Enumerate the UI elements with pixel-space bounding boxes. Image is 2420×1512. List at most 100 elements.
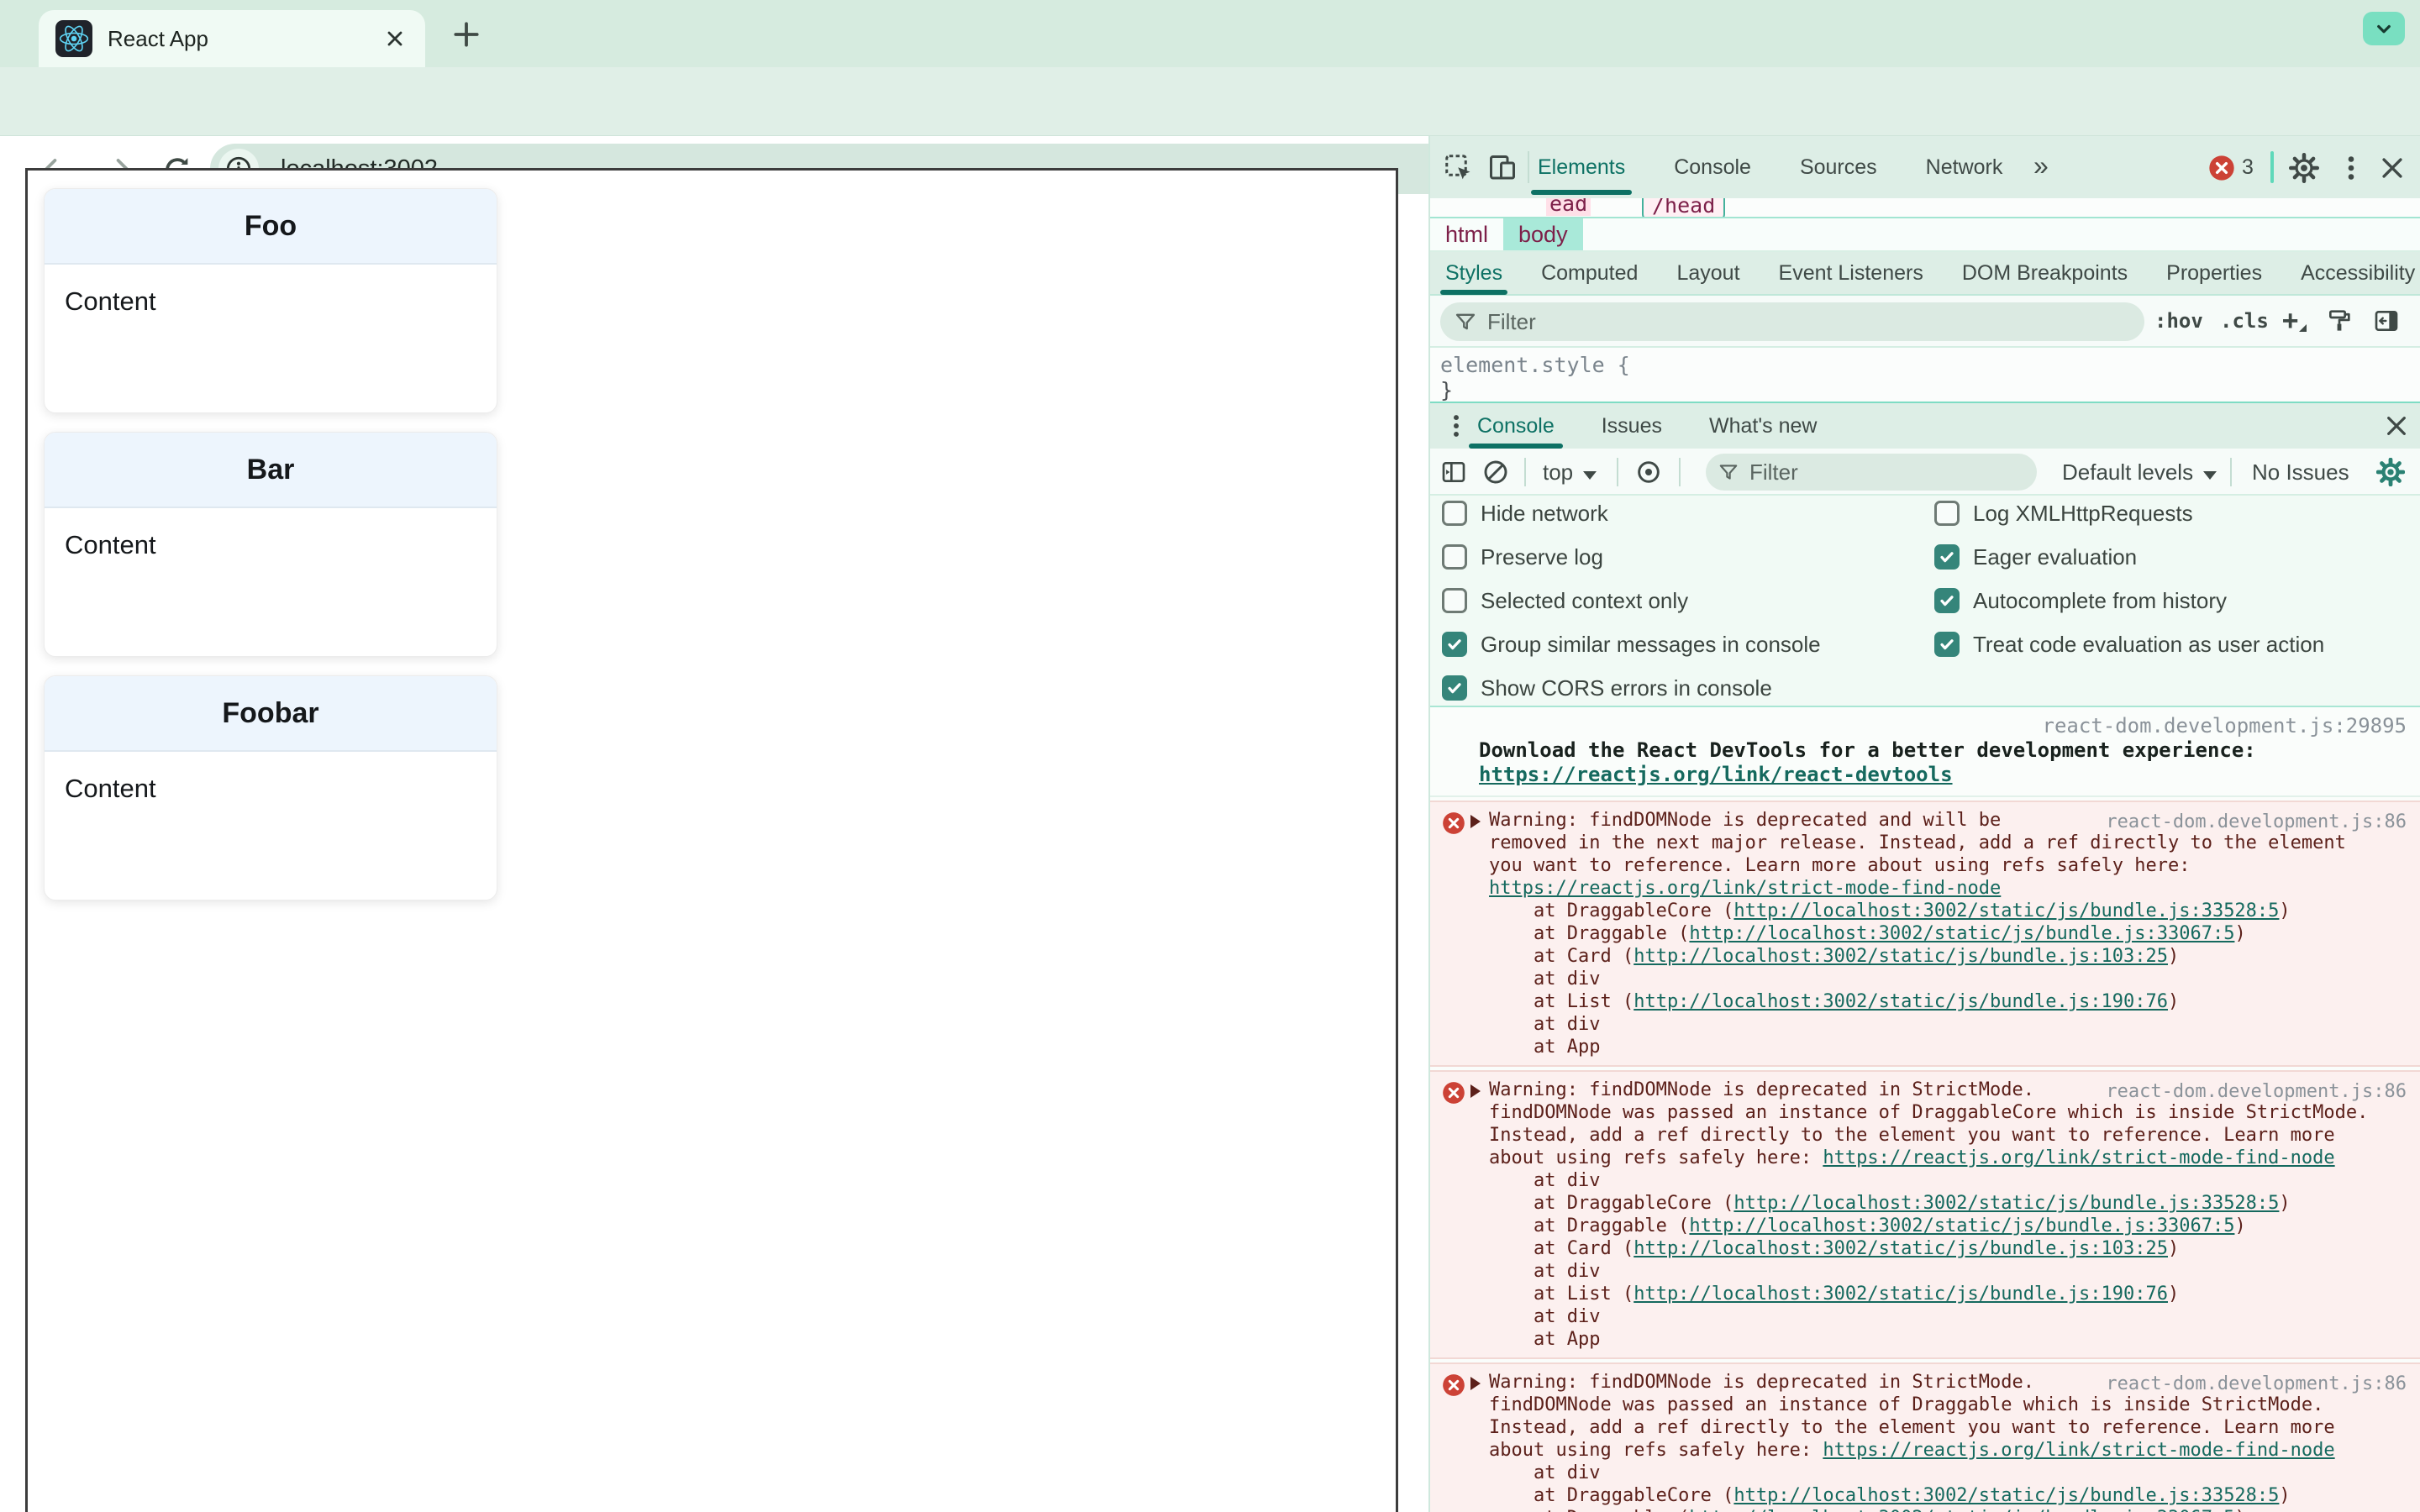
styles-tab-event-listeners[interactable]: Event Listeners	[1779, 251, 1923, 295]
console-filter-input[interactable]: Filter	[1706, 454, 2037, 491]
message-source-link[interactable]: react-dom.development.js:29895	[1479, 714, 2407, 738]
setting-selected-context-only[interactable]: Selected context only	[1442, 588, 1821, 613]
toggle-class-button[interactable]: .cls	[2220, 309, 2269, 333]
checkbox-eager-evaluation[interactable]	[1934, 544, 1960, 570]
drawer-tab-console[interactable]: Console	[1469, 403, 1563, 449]
console-toolbar-divider-3	[1679, 458, 1681, 486]
console-message-error: react-dom.development.js:86 Warning: find…	[1430, 1362, 2420, 1512]
console-link[interactable]: https://reactjs.org/link/react-devtools	[1479, 763, 1953, 786]
styles-tab-layout[interactable]: Layout	[1676, 251, 1739, 295]
checkbox-treat-code-evaluation-as-user-action[interactable]	[1934, 632, 1960, 657]
console-sidebar-icon[interactable]	[1440, 459, 1467, 486]
console-message-list[interactable]: react-dom.development.js:29895 Download t…	[1430, 707, 2420, 1512]
console-link[interactable]: http://localhost:3002/static/js/bundle.j…	[1733, 1485, 2279, 1506]
console-link[interactable]: https://reactjs.org/link/strict-mode-fin…	[1489, 878, 2001, 899]
expand-triangle-icon[interactable]	[1470, 815, 1481, 828]
more-tabs-icon[interactable]: »	[2033, 150, 2049, 181]
devtools-settings-gear-icon[interactable]	[2289, 153, 2319, 183]
breadcrumb-html[interactable]: html	[1430, 218, 1503, 250]
checkbox-show-cors-errors-in-console[interactable]	[1442, 675, 1467, 701]
coverage-paint-icon[interactable]	[2326, 307, 2353, 334]
setting-show-cors-errors-in-console[interactable]: Show CORS errors in console	[1442, 675, 1821, 701]
devtools-tab-sources[interactable]: Sources	[1800, 136, 1877, 198]
element-style-block[interactable]: element.style { }	[1430, 348, 2420, 403]
styles-tab-computed[interactable]: Computed	[1541, 251, 1638, 295]
devtools-menu-icon[interactable]	[2336, 153, 2366, 183]
checkbox-preserve-log[interactable]	[1442, 544, 1467, 570]
device-toolbar-icon[interactable]	[1487, 153, 1518, 183]
browser-window: React App localhost:3002	[0, 0, 2420, 1512]
clear-console-icon[interactable]	[1482, 459, 1509, 486]
drawer-tab-what-s-new[interactable]: What's new	[1709, 403, 1817, 449]
devtools-tab-elements[interactable]: Elements	[1530, 136, 1633, 198]
devtools-close-icon[interactable]	[2378, 154, 2407, 182]
console-link[interactable]: http://localhost:3002/static/js/bundle.j…	[1634, 1284, 2168, 1305]
checkbox-log-xmlhttprequests[interactable]	[1934, 501, 1960, 526]
card-foobar[interactable]: Foobar Content	[44, 675, 497, 900]
console-link[interactable]: http://localhost:3002/static/js/bundle.j…	[1689, 923, 2234, 944]
console-link[interactable]: http://localhost:3002/static/js/bundle.j…	[1689, 1508, 2234, 1512]
elements-tree-clipped-row[interactable]: ead /head	[1430, 198, 2420, 217]
setting-autocomplete-from-history[interactable]: Autocomplete from history	[1934, 588, 2324, 613]
checkbox-autocomplete-from-history[interactable]	[1934, 588, 1960, 613]
checkbox-hide-network[interactable]	[1442, 501, 1467, 526]
setting-preserve-log[interactable]: Preserve log	[1442, 544, 1821, 570]
setting-treat-code-evaluation-as-user-action[interactable]: Treat code evaluation as user action	[1934, 632, 2324, 657]
console-link[interactable]: http://localhost:3002/static/js/bundle.j…	[1733, 900, 2279, 921]
drawer-menu-icon[interactable]	[1442, 412, 1470, 440]
styles-tab-dom-breakpoints[interactable]: DOM Breakpoints	[1962, 251, 2128, 295]
console-link[interactable]: https://reactjs.org/link/strict-mode-fin…	[1823, 1147, 2334, 1168]
console-link[interactable]: http://localhost:3002/static/js/bundle.j…	[1634, 1238, 2168, 1259]
breadcrumb-body[interactable]: body	[1503, 218, 1583, 250]
expand-triangle-icon[interactable]	[1470, 1377, 1481, 1390]
error-badge-icon[interactable]	[2208, 155, 2235, 181]
expand-triangle-icon[interactable]	[1470, 1084, 1481, 1098]
toggle-hover-state-button[interactable]: :hov	[2154, 309, 2203, 333]
console-link[interactable]: http://localhost:3002/static/js/bundle.j…	[1733, 1193, 2279, 1214]
styles-filter-input[interactable]: Filter	[1440, 302, 2144, 341]
checkbox-group-similar-messages-in-console[interactable]	[1442, 632, 1467, 657]
styles-filter-placeholder: Filter	[1487, 308, 1536, 334]
checkbox-selected-context-only[interactable]	[1442, 588, 1467, 613]
devtools-tab-console[interactable]: Console	[1674, 136, 1751, 198]
live-expression-eye-icon[interactable]	[1635, 459, 1662, 486]
styles-tab-accessibility[interactable]: Accessibility	[2301, 251, 2415, 295]
console-link[interactable]: http://localhost:3002/static/js/bundle.j…	[1689, 1215, 2234, 1236]
message-source-link[interactable]: react-dom.development.js:86	[2106, 1373, 2407, 1395]
new-style-rule-button[interactable]: +	[2282, 304, 2298, 336]
checkbox-label: Group similar messages in console	[1481, 631, 1821, 657]
card-bar[interactable]: Bar Content	[44, 432, 497, 657]
console-link[interactable]: http://localhost:3002/static/js/bundle.j…	[1634, 991, 2168, 1012]
tab-close-icon[interactable]	[383, 27, 407, 50]
window-chevron-button[interactable]	[2363, 12, 2405, 45]
setting-eager-evaluation[interactable]: Eager evaluation	[1934, 544, 2324, 570]
message-source-link[interactable]: react-dom.development.js:86	[2106, 811, 2407, 833]
log-levels-selector[interactable]: Default levels	[2062, 459, 2217, 486]
tab-strip: React App	[0, 0, 2420, 67]
console-link[interactable]: http://localhost:3002/static/js/bundle.j…	[1634, 946, 2168, 967]
drawer-close-icon[interactable]	[2383, 412, 2410, 439]
drawer-tab-issues[interactable]: Issues	[1602, 403, 1662, 449]
devtools-tab-network[interactable]: Network	[1926, 136, 2003, 198]
setting-hide-network[interactable]: Hide network	[1442, 501, 1821, 526]
styles-tab-styles[interactable]: Styles	[1439, 251, 1508, 295]
inspect-element-icon[interactable]	[1444, 153, 1474, 183]
browser-tab[interactable]: React App	[39, 10, 425, 67]
elements-breadcrumb: html body	[1430, 217, 2420, 252]
setting-group-similar-messages-in-console[interactable]: Group similar messages in console	[1442, 632, 1821, 657]
styles-tab-properties[interactable]: Properties	[2166, 251, 2262, 295]
context-selector[interactable]: top	[1543, 459, 1597, 486]
settings-column-left: Hide network Preserve log Selected context…	[1442, 501, 1821, 701]
dock-sidebar-icon[interactable]	[2373, 307, 2400, 334]
card-header[interactable]: Foobar	[45, 676, 497, 752]
card-header[interactable]: Foo	[45, 189, 497, 265]
console-settings-gear-icon[interactable]	[2376, 458, 2405, 486]
card-foo[interactable]: Foo Content	[44, 188, 497, 413]
card-header[interactable]: Bar	[45, 433, 497, 508]
console-link[interactable]: https://reactjs.org/link/strict-mode-fin…	[1823, 1440, 2334, 1461]
topbar-divider-2	[2270, 151, 2274, 183]
issues-counter[interactable]: No Issues	[2252, 459, 2349, 486]
new-tab-button[interactable]	[450, 18, 482, 50]
message-source-link[interactable]: react-dom.development.js:86	[2106, 1080, 2407, 1103]
setting-log-xmlhttprequests[interactable]: Log XMLHttpRequests	[1934, 501, 2324, 526]
